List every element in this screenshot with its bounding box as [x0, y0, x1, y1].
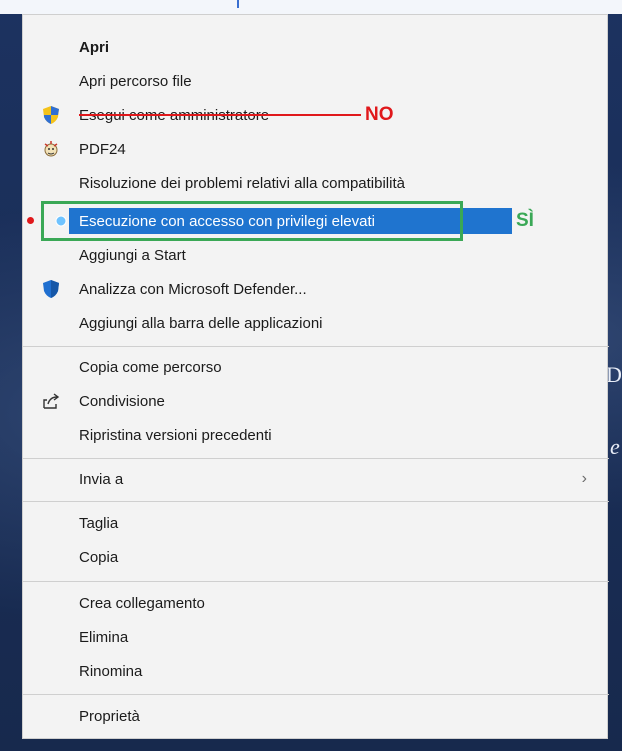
- chevron-right-icon: ›: [581, 470, 587, 487]
- background-text-fragment: e: [610, 434, 620, 459]
- menu-separator: [23, 346, 609, 347]
- menu-item-run-as-admin[interactable]: Esegui come amministratore NO: [23, 99, 609, 131]
- menu-item-label: Analizza con Microsoft Defender...: [79, 280, 307, 298]
- menu-item-label: Proprietà: [79, 707, 140, 725]
- menu-item-copy[interactable]: Copia: [23, 541, 609, 573]
- menu-item-create-shortcut[interactable]: Crea collegamento: [23, 587, 609, 619]
- menu-item-properties[interactable]: Proprietà: [23, 700, 609, 732]
- window-top-strip: [0, 0, 622, 14]
- defender-shield-icon: [41, 279, 61, 299]
- menu-item-cut[interactable]: Taglia: [23, 507, 609, 539]
- strikethrough-annotation: [79, 114, 361, 116]
- menu-item-label: Copia: [79, 548, 119, 566]
- menu-item-label: Crea collegamento: [79, 594, 205, 612]
- menu-item-label: PDF24: [79, 140, 126, 158]
- menu-item-label: Apri percorso file: [79, 72, 192, 90]
- uac-shield-icon: [41, 105, 61, 125]
- menu-item-defender-scan[interactable]: Analizza con Microsoft Defender...: [23, 273, 609, 305]
- menu-item-label: Elimina: [79, 628, 129, 646]
- menu-item-delete[interactable]: Elimina: [23, 621, 609, 653]
- menu-item-label: Apri: [79, 38, 109, 56]
- green-highlight-box: [41, 201, 463, 241]
- menu-separator: [23, 581, 609, 582]
- red-dot-marker: [27, 217, 34, 224]
- yes-annotation: SÌ: [516, 210, 534, 231]
- menu-item-pin-to-start[interactable]: Aggiungi a Start: [23, 239, 609, 271]
- menu-item-troubleshoot-compatibility[interactable]: Risoluzione dei problemi relativi alla c…: [23, 167, 609, 199]
- menu-item-pdf24[interactable]: PDF24: [23, 133, 609, 165]
- menu-item-label: Risoluzione dei problemi relativi alla c…: [79, 174, 405, 192]
- menu-item-label: Taglia: [79, 514, 119, 532]
- menu-item-restore-previous-versions[interactable]: Ripristina versioni precedenti: [23, 419, 609, 451]
- menu-item-label: Aggiungi a Start: [79, 246, 186, 264]
- context-menu: Apri Apri percorso file Esegui come ammi…: [22, 14, 609, 739]
- menu-item-send-to[interactable]: Invia a ›: [23, 463, 609, 495]
- share-icon: [41, 391, 61, 411]
- menu-item-rename[interactable]: Rinomina: [23, 655, 609, 687]
- text-caret: [237, 0, 239, 8]
- pdf24-icon: [41, 139, 61, 159]
- menu-item-open[interactable]: Apri: [23, 31, 609, 63]
- menu-separator: [23, 458, 609, 459]
- menu-item-share[interactable]: Condivisione: [23, 385, 609, 417]
- menu-item-pin-to-taskbar[interactable]: Aggiungi alla barra delle applicazioni: [23, 307, 609, 339]
- menu-item-copy-as-path[interactable]: Copia come percorso: [23, 351, 609, 383]
- menu-separator: [23, 694, 609, 695]
- menu-item-label: Aggiungi alla barra delle applicazioni: [79, 314, 323, 332]
- menu-item-label: Copia come percorso: [79, 358, 222, 376]
- menu-item-run-elevated[interactable]: Esecuzione con accesso con privilegi ele…: [23, 201, 609, 241]
- menu-item-open-file-location[interactable]: Apri percorso file: [23, 65, 609, 97]
- menu-item-label: Invia a: [79, 470, 124, 488]
- no-annotation: NO: [365, 104, 394, 125]
- menu-item-label: Condivisione: [79, 392, 165, 410]
- menu-item-label: Rinomina: [79, 662, 143, 680]
- menu-separator: [23, 501, 609, 502]
- menu-item-label: Ripristina versioni precedenti: [79, 426, 272, 444]
